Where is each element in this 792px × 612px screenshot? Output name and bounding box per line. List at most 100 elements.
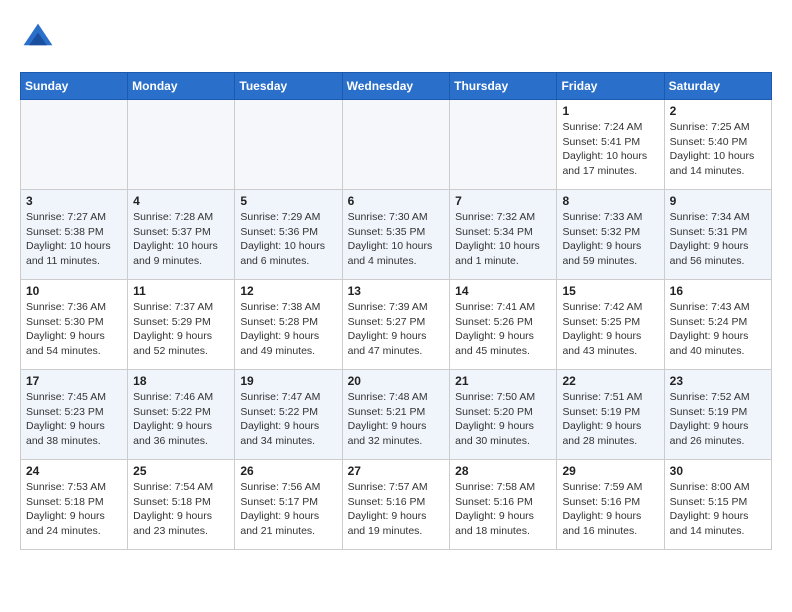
day-info: Sunrise: 8:00 AMSunset: 5:15 PMDaylight:… [670, 480, 766, 539]
calendar-table: SundayMondayTuesdayWednesdayThursdayFrid… [20, 72, 772, 550]
day-info: Sunrise: 7:58 AMSunset: 5:16 PMDaylight:… [455, 480, 551, 539]
calendar-cell-17: 17 Sunrise: 7:45 AMSunset: 5:23 PMDayligh… [21, 370, 128, 460]
calendar-cell-19: 19 Sunrise: 7:47 AMSunset: 5:22 PMDayligh… [235, 370, 342, 460]
day-info: Sunrise: 7:33 AMSunset: 5:32 PMDaylight:… [562, 210, 658, 269]
day-number: 27 [348, 464, 445, 478]
calendar-header-row: SundayMondayTuesdayWednesdayThursdayFrid… [21, 73, 772, 100]
logo [20, 20, 62, 56]
day-number: 22 [562, 374, 658, 388]
calendar-cell-7: 7Sunrise: 7:32 AMSunset: 5:34 PMDaylight… [450, 190, 557, 280]
calendar-cell-9: 9 Sunrise: 7:34 AMSunset: 5:31 PMDaylight… [664, 190, 771, 280]
day-info: Sunrise: 7:52 AMSunset: 5:19 PMDaylight:… [670, 390, 766, 449]
day-number: 25 [133, 464, 229, 478]
day-number: 11 [133, 284, 229, 298]
logo-icon [20, 20, 56, 56]
calendar-cell-12: 12 Sunrise: 7:38 AMSunset: 5:28 PMDayligh… [235, 280, 342, 370]
day-info: Sunrise: 7:50 AMSunset: 5:20 PMDaylight:… [455, 390, 551, 449]
calendar-week-0: 1 Sunrise: 7:24 AMSunset: 5:41 PMDaylight… [21, 100, 772, 190]
col-header-saturday: Saturday [664, 73, 771, 100]
day-number: 29 [562, 464, 658, 478]
day-info: Sunrise: 7:27 AMSunset: 5:38 PMDaylight:… [26, 210, 122, 269]
day-number: 26 [240, 464, 336, 478]
day-info: Sunrise: 7:47 AMSunset: 5:22 PMDaylight:… [240, 390, 336, 449]
day-number: 14 [455, 284, 551, 298]
day-info: Sunrise: 7:54 AMSunset: 5:18 PMDaylight:… [133, 480, 229, 539]
day-info: Sunrise: 7:51 AMSunset: 5:19 PMDaylight:… [562, 390, 658, 449]
day-number: 13 [348, 284, 445, 298]
calendar-cell-empty [128, 100, 235, 190]
calendar-cell-empty [235, 100, 342, 190]
calendar-cell-16: 16 Sunrise: 7:43 AMSunset: 5:24 PMDayligh… [664, 280, 771, 370]
day-info: Sunrise: 7:34 AMSunset: 5:31 PMDaylight:… [670, 210, 766, 269]
col-header-wednesday: Wednesday [342, 73, 450, 100]
day-info: Sunrise: 7:39 AMSunset: 5:27 PMDaylight:… [348, 300, 445, 359]
calendar-cell-3: 3 Sunrise: 7:27 AMSunset: 5:38 PMDaylight… [21, 190, 128, 280]
calendar-week-4: 24 Sunrise: 7:53 AMSunset: 5:18 PMDayligh… [21, 460, 772, 550]
day-number: 20 [348, 374, 445, 388]
day-number: 21 [455, 374, 551, 388]
calendar-cell-21: 21 Sunrise: 7:50 AMSunset: 5:20 PMDayligh… [450, 370, 557, 460]
day-number: 17 [26, 374, 122, 388]
day-number: 15 [562, 284, 658, 298]
calendar-cell-14: 14Sunrise: 7:41 AMSunset: 5:26 PMDayligh… [450, 280, 557, 370]
calendar-cell-6: 6Sunrise: 7:30 AMSunset: 5:35 PMDaylight… [342, 190, 450, 280]
day-number: 23 [670, 374, 766, 388]
calendar-cell-11: 11 Sunrise: 7:37 AMSunset: 5:29 PMDayligh… [128, 280, 235, 370]
calendar-cell-empty [450, 100, 557, 190]
day-info: Sunrise: 7:42 AMSunset: 5:25 PMDaylight:… [562, 300, 658, 359]
day-number: 30 [670, 464, 766, 478]
header [20, 20, 772, 56]
calendar-week-1: 3 Sunrise: 7:27 AMSunset: 5:38 PMDaylight… [21, 190, 772, 280]
day-number: 12 [240, 284, 336, 298]
day-info: Sunrise: 7:45 AMSunset: 5:23 PMDaylight:… [26, 390, 122, 449]
calendar-cell-5: 5Sunrise: 7:29 AMSunset: 5:36 PMDaylight… [235, 190, 342, 280]
calendar-cell-23: 23 Sunrise: 7:52 AMSunset: 5:19 PMDayligh… [664, 370, 771, 460]
day-number: 1 [562, 104, 658, 118]
day-info: Sunrise: 7:43 AMSunset: 5:24 PMDaylight:… [670, 300, 766, 359]
calendar-cell-1: 1 Sunrise: 7:24 AMSunset: 5:41 PMDaylight… [557, 100, 664, 190]
col-header-sunday: Sunday [21, 73, 128, 100]
calendar-cell-empty [21, 100, 128, 190]
calendar-cell-24: 24 Sunrise: 7:53 AMSunset: 5:18 PMDayligh… [21, 460, 128, 550]
calendar-week-2: 10 Sunrise: 7:36 AMSunset: 5:30 PMDayligh… [21, 280, 772, 370]
calendar-cell-30: 30 Sunrise: 8:00 AMSunset: 5:15 PMDayligh… [664, 460, 771, 550]
day-info: Sunrise: 7:24 AMSunset: 5:41 PMDaylight:… [562, 120, 658, 179]
day-number: 24 [26, 464, 122, 478]
calendar-cell-27: 27 Sunrise: 7:57 AMSunset: 5:16 PMDayligh… [342, 460, 450, 550]
col-header-thursday: Thursday [450, 73, 557, 100]
day-number: 16 [670, 284, 766, 298]
day-number: 10 [26, 284, 122, 298]
calendar-cell-15: 15 Sunrise: 7:42 AMSunset: 5:25 PMDayligh… [557, 280, 664, 370]
calendar-cell-25: 25 Sunrise: 7:54 AMSunset: 5:18 PMDayligh… [128, 460, 235, 550]
day-info: Sunrise: 7:53 AMSunset: 5:18 PMDaylight:… [26, 480, 122, 539]
calendar-cell-22: 22 Sunrise: 7:51 AMSunset: 5:19 PMDayligh… [557, 370, 664, 460]
calendar-cell-20: 20 Sunrise: 7:48 AMSunset: 5:21 PMDayligh… [342, 370, 450, 460]
day-number: 4 [133, 194, 229, 208]
calendar-cell-29: 29 Sunrise: 7:59 AMSunset: 5:16 PMDayligh… [557, 460, 664, 550]
day-number: 18 [133, 374, 229, 388]
day-number: 19 [240, 374, 336, 388]
day-number: 7 [455, 194, 551, 208]
day-info: Sunrise: 7:48 AMSunset: 5:21 PMDaylight:… [348, 390, 445, 449]
day-number: 5 [240, 194, 336, 208]
day-number: 3 [26, 194, 122, 208]
day-info: Sunrise: 7:36 AMSunset: 5:30 PMDaylight:… [26, 300, 122, 359]
calendar-week-3: 17 Sunrise: 7:45 AMSunset: 5:23 PMDayligh… [21, 370, 772, 460]
day-info: Sunrise: 7:37 AMSunset: 5:29 PMDaylight:… [133, 300, 229, 359]
day-info: Sunrise: 7:59 AMSunset: 5:16 PMDaylight:… [562, 480, 658, 539]
day-number: 8 [562, 194, 658, 208]
calendar-cell-4: 4Sunrise: 7:28 AMSunset: 5:37 PMDaylight… [128, 190, 235, 280]
calendar-cell-13: 13 Sunrise: 7:39 AMSunset: 5:27 PMDayligh… [342, 280, 450, 370]
day-info: Sunrise: 7:38 AMSunset: 5:28 PMDaylight:… [240, 300, 336, 359]
calendar-cell-8: 8 Sunrise: 7:33 AMSunset: 5:32 PMDaylight… [557, 190, 664, 280]
day-number: 2 [670, 104, 766, 118]
calendar-cell-10: 10 Sunrise: 7:36 AMSunset: 5:30 PMDayligh… [21, 280, 128, 370]
calendar-cell-empty [342, 100, 450, 190]
col-header-friday: Friday [557, 73, 664, 100]
day-info: Sunrise: 7:57 AMSunset: 5:16 PMDaylight:… [348, 480, 445, 539]
calendar-cell-26: 26Sunrise: 7:56 AMSunset: 5:17 PMDayligh… [235, 460, 342, 550]
col-header-monday: Monday [128, 73, 235, 100]
day-number: 9 [670, 194, 766, 208]
day-info: Sunrise: 7:25 AMSunset: 5:40 PMDaylight:… [670, 120, 766, 179]
day-info: Sunrise: 7:46 AMSunset: 5:22 PMDaylight:… [133, 390, 229, 449]
